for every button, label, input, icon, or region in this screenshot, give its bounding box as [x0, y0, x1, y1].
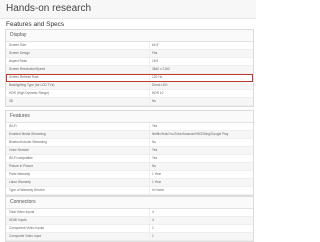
spec-row: Screen Resolution/Speed 3840 x 2160: [6, 66, 253, 74]
spec-value: 4: [149, 217, 253, 224]
spec-label: Screen Refresh Rate: [9, 75, 39, 79]
spec-label: Wi-Fi compatible: [9, 156, 33, 160]
spec-value: Netflix/Hulu/YouTube/Amazon/HBO/Sling/Go…: [149, 131, 253, 138]
features-card: Features Wi-Fi Yes Enabled Media Streaming…: [5, 110, 254, 196]
spec-value: HDR 10: [149, 90, 253, 97]
spec-row: Backlighting Type (for LCD TVs) Direct LE…: [6, 82, 253, 90]
spec-label: Screen Resolution/Speed: [9, 67, 46, 71]
spec-row: Bluetooth Audio Streaming No: [6, 139, 253, 147]
spec-row: Picture in Picture No: [6, 163, 253, 171]
spec-value: Yes: [149, 155, 253, 162]
spec-label: Labor Warranty: [9, 180, 31, 184]
spec-label: Aspect Ratio: [9, 59, 28, 63]
spec-label: Parts Warranty: [9, 172, 31, 176]
display-card: Display Screen Size 64.5" Screen Design Fla…: [5, 29, 254, 107]
spec-value: 1: [149, 233, 253, 240]
spec-row: Total Video Inputs 4: [6, 209, 253, 217]
spec-row: Component Video Inputs 1: [6, 225, 253, 233]
spec-label: Screen Size: [9, 43, 27, 47]
spec-value: No: [149, 98, 253, 105]
spec-row: Type of Warranty Service In Home: [6, 187, 253, 195]
spec-label: Component Video Inputs: [9, 226, 45, 230]
spec-label: Type of Warranty Service: [9, 188, 45, 192]
spec-row: Screen Size 64.5": [6, 42, 253, 50]
spec-value: 16:9: [149, 58, 253, 65]
features-rows: Wi-Fi Yes Enabled Media Streaming Netflix/H…: [6, 123, 253, 195]
spec-value: 3840 x 2160: [149, 66, 253, 73]
spec-row: Voice Remote Yes: [6, 147, 253, 155]
spec-row: Aspect Ratio 16:9: [6, 58, 253, 66]
spec-label: Enabled Media Streaming: [9, 132, 46, 136]
spec-label: Picture in Picture: [9, 164, 34, 168]
spec-row: 3D No: [6, 98, 253, 106]
spec-row: Wi-Fi compatible Yes: [6, 155, 253, 163]
spec-value: 1: [149, 225, 253, 232]
spec-label: Backlighting Type (for LCD TVs): [9, 83, 55, 87]
connectors-header: Connectors: [6, 197, 253, 209]
spec-label: HDR (High Dynamic Range): [9, 91, 50, 95]
spec-row: HDMI Inputs 4: [6, 217, 253, 225]
spec-value: Flat: [149, 50, 253, 57]
spec-row: Composite Video Input 1: [6, 233, 253, 241]
spec-label: Composite Video Input: [9, 234, 42, 238]
spec-label: Screen Design: [9, 51, 30, 55]
features-header: Features: [6, 111, 253, 123]
spec-row: Labor Warranty 1 Year: [6, 179, 253, 187]
spec-row: HDR (High Dynamic Range) HDR 10: [6, 90, 253, 98]
display-header: Display: [6, 30, 253, 42]
spec-value: 1 Year: [149, 171, 253, 178]
spec-value: Direct LED: [149, 82, 253, 89]
section-title: Features and Specs: [6, 21, 65, 28]
spec-row: Screen Design Flat: [6, 50, 253, 58]
connectors-rows: Total Video Inputs 4 HDMI Inputs 4 Component…: [6, 209, 253, 241]
spec-label: Total Video Inputs: [9, 210, 35, 214]
spec-value: 120 Hz: [149, 74, 253, 81]
spec-value: Yes: [149, 147, 253, 154]
spec-value: Yes: [149, 123, 253, 130]
top-bar: Hands-on research: [0, 0, 256, 19]
spec-label: Voice Remote: [9, 148, 29, 152]
spec-label: Wi-Fi: [9, 124, 17, 128]
spec-label: 3D: [9, 99, 14, 103]
spec-label: HDMI Inputs: [9, 218, 27, 222]
spec-row: Parts Warranty 1 Year: [6, 171, 253, 179]
spec-value: No: [149, 139, 253, 146]
connectors-card: Connectors Total Video Inputs 4 HDMI Input…: [5, 196, 254, 242]
spec-value: 64.5": [149, 42, 253, 49]
spec-value: 1 Year: [149, 179, 253, 186]
spec-value: In Home: [149, 187, 253, 194]
spec-row: Enabled Media Streaming Netflix/Hulu/YouT…: [6, 131, 253, 139]
page-title: Hands-on research: [6, 3, 92, 14]
spec-label: Bluetooth Audio Streaming: [9, 140, 47, 144]
display-rows: Screen Size 64.5" Screen Design Flat Aspect …: [6, 42, 253, 106]
spec-value: No: [149, 163, 253, 170]
spec-row-highlighted: Screen Refresh Rate 120 Hz: [6, 74, 253, 82]
spec-row: Wi-Fi Yes: [6, 123, 253, 131]
spec-value: 4: [149, 209, 253, 216]
